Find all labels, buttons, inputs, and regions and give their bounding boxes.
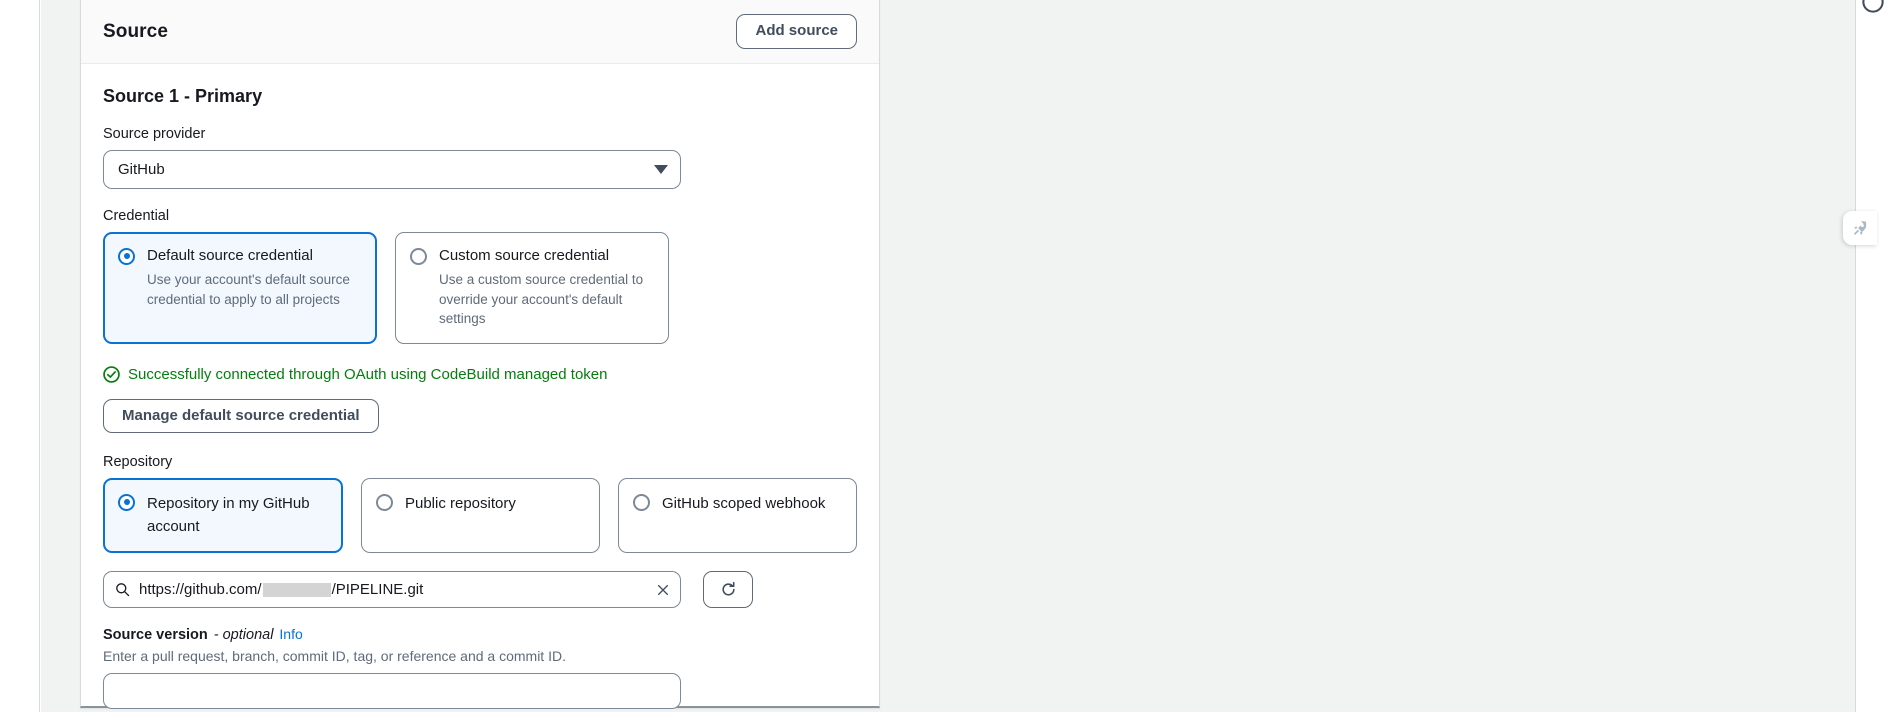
redacted-owner-block [262,582,331,597]
repository-tile-scoped-webhook[interactable]: GitHub scoped webhook [618,477,858,554]
repository-url-value: https://github.com/ /PIPELINE.git [139,581,647,598]
left-rail [0,0,40,712]
source-provider-select[interactable]: GitHub [103,149,681,189]
repository-url-suffix: /PIPELINE.git [331,581,424,599]
chevron-down-icon [654,164,668,174]
credential-tile-custom-desc: Use a custom source credential to overri… [439,271,644,327]
search-icon [116,583,130,597]
repository-url-field[interactable]: https://github.com/ /PIPELINE.git [103,571,681,609]
refresh-icon [721,582,735,596]
close-icon [657,584,669,595]
source-provider-value: GitHub [118,160,165,178]
source-provider-select-wrap: GitHub [103,149,681,189]
help-circle-icon[interactable] [1862,0,1884,13]
page-root: Source Add source Source 1 - Primary Sou… [0,0,1888,712]
radio-icon [118,247,135,265]
credential-tile-group: Default source credential Use your accou… [103,231,857,344]
repository-tile-my-account-label: Repository in my GitHub account [147,494,310,535]
repository-tile-scoped-webhook-label: GitHub scoped webhook [662,494,826,512]
repository-tile-public-label: Public repository [404,494,516,512]
radio-icon [633,493,650,511]
source-version-input[interactable] [103,673,681,710]
source-panel: Source Add source Source 1 - Primary Sou… [80,0,880,710]
credential-tile-custom-label: Custom source credential [439,246,610,264]
page-title: Source [103,20,169,42]
credential-label: Credential [103,207,170,224]
manage-default-source-credential-button[interactable]: Manage default source credential [103,398,379,433]
rocket-icon [1853,221,1867,235]
credential-tile-default-desc: Use your account's default source creden… [147,271,350,307]
radio-icon [375,493,393,511]
credential-tile-custom[interactable]: Custom source credential Use a custom so… [395,231,669,344]
repository-url-row: https://github.com/ /PIPELINE.git [103,571,857,609]
connection-status: Successfully connected through OAuth usi… [103,366,857,383]
source-section-title: Source 1 - Primary [103,86,263,106]
repository-url-prefix: https://github.com/ [139,581,262,599]
credential-tile-default-label: Default source credential [147,246,313,264]
radio-icon [118,493,135,511]
source-version-optional: - optional [213,627,274,644]
repository-tile-my-account[interactable]: Repository in my GitHub account [103,477,343,554]
add-source-button[interactable]: Add source [736,14,857,49]
clear-repository-url-button[interactable] [656,583,670,597]
right-rail [1855,0,1888,712]
repository-tile-public[interactable]: Public repository [360,477,600,554]
connection-status-text: Successfully connected through OAuth usi… [128,365,608,383]
source-panel-body: Source 1 - Primary Source provider GitHu… [81,64,879,712]
source-version-label: Source version [103,627,208,644]
source-provider-label: Source provider [103,126,206,142]
credential-tile-default[interactable]: Default source credential Use your accou… [103,231,377,344]
source-version-label-line: Source version - optional Info [103,626,857,645]
source-panel-header: Source Add source [81,0,879,64]
rocket-panel-tab[interactable] [1843,211,1877,245]
success-check-icon [103,365,120,383]
radio-icon [410,247,427,265]
refresh-repositories-button[interactable] [703,571,753,609]
source-version-info-link[interactable]: Info [279,626,302,642]
repository-tile-group: Repository in my GitHub account Public r… [103,477,858,554]
source-version-help-text: Enter a pull request, branch, commit ID,… [103,648,566,665]
repository-label: Repository [103,453,173,470]
